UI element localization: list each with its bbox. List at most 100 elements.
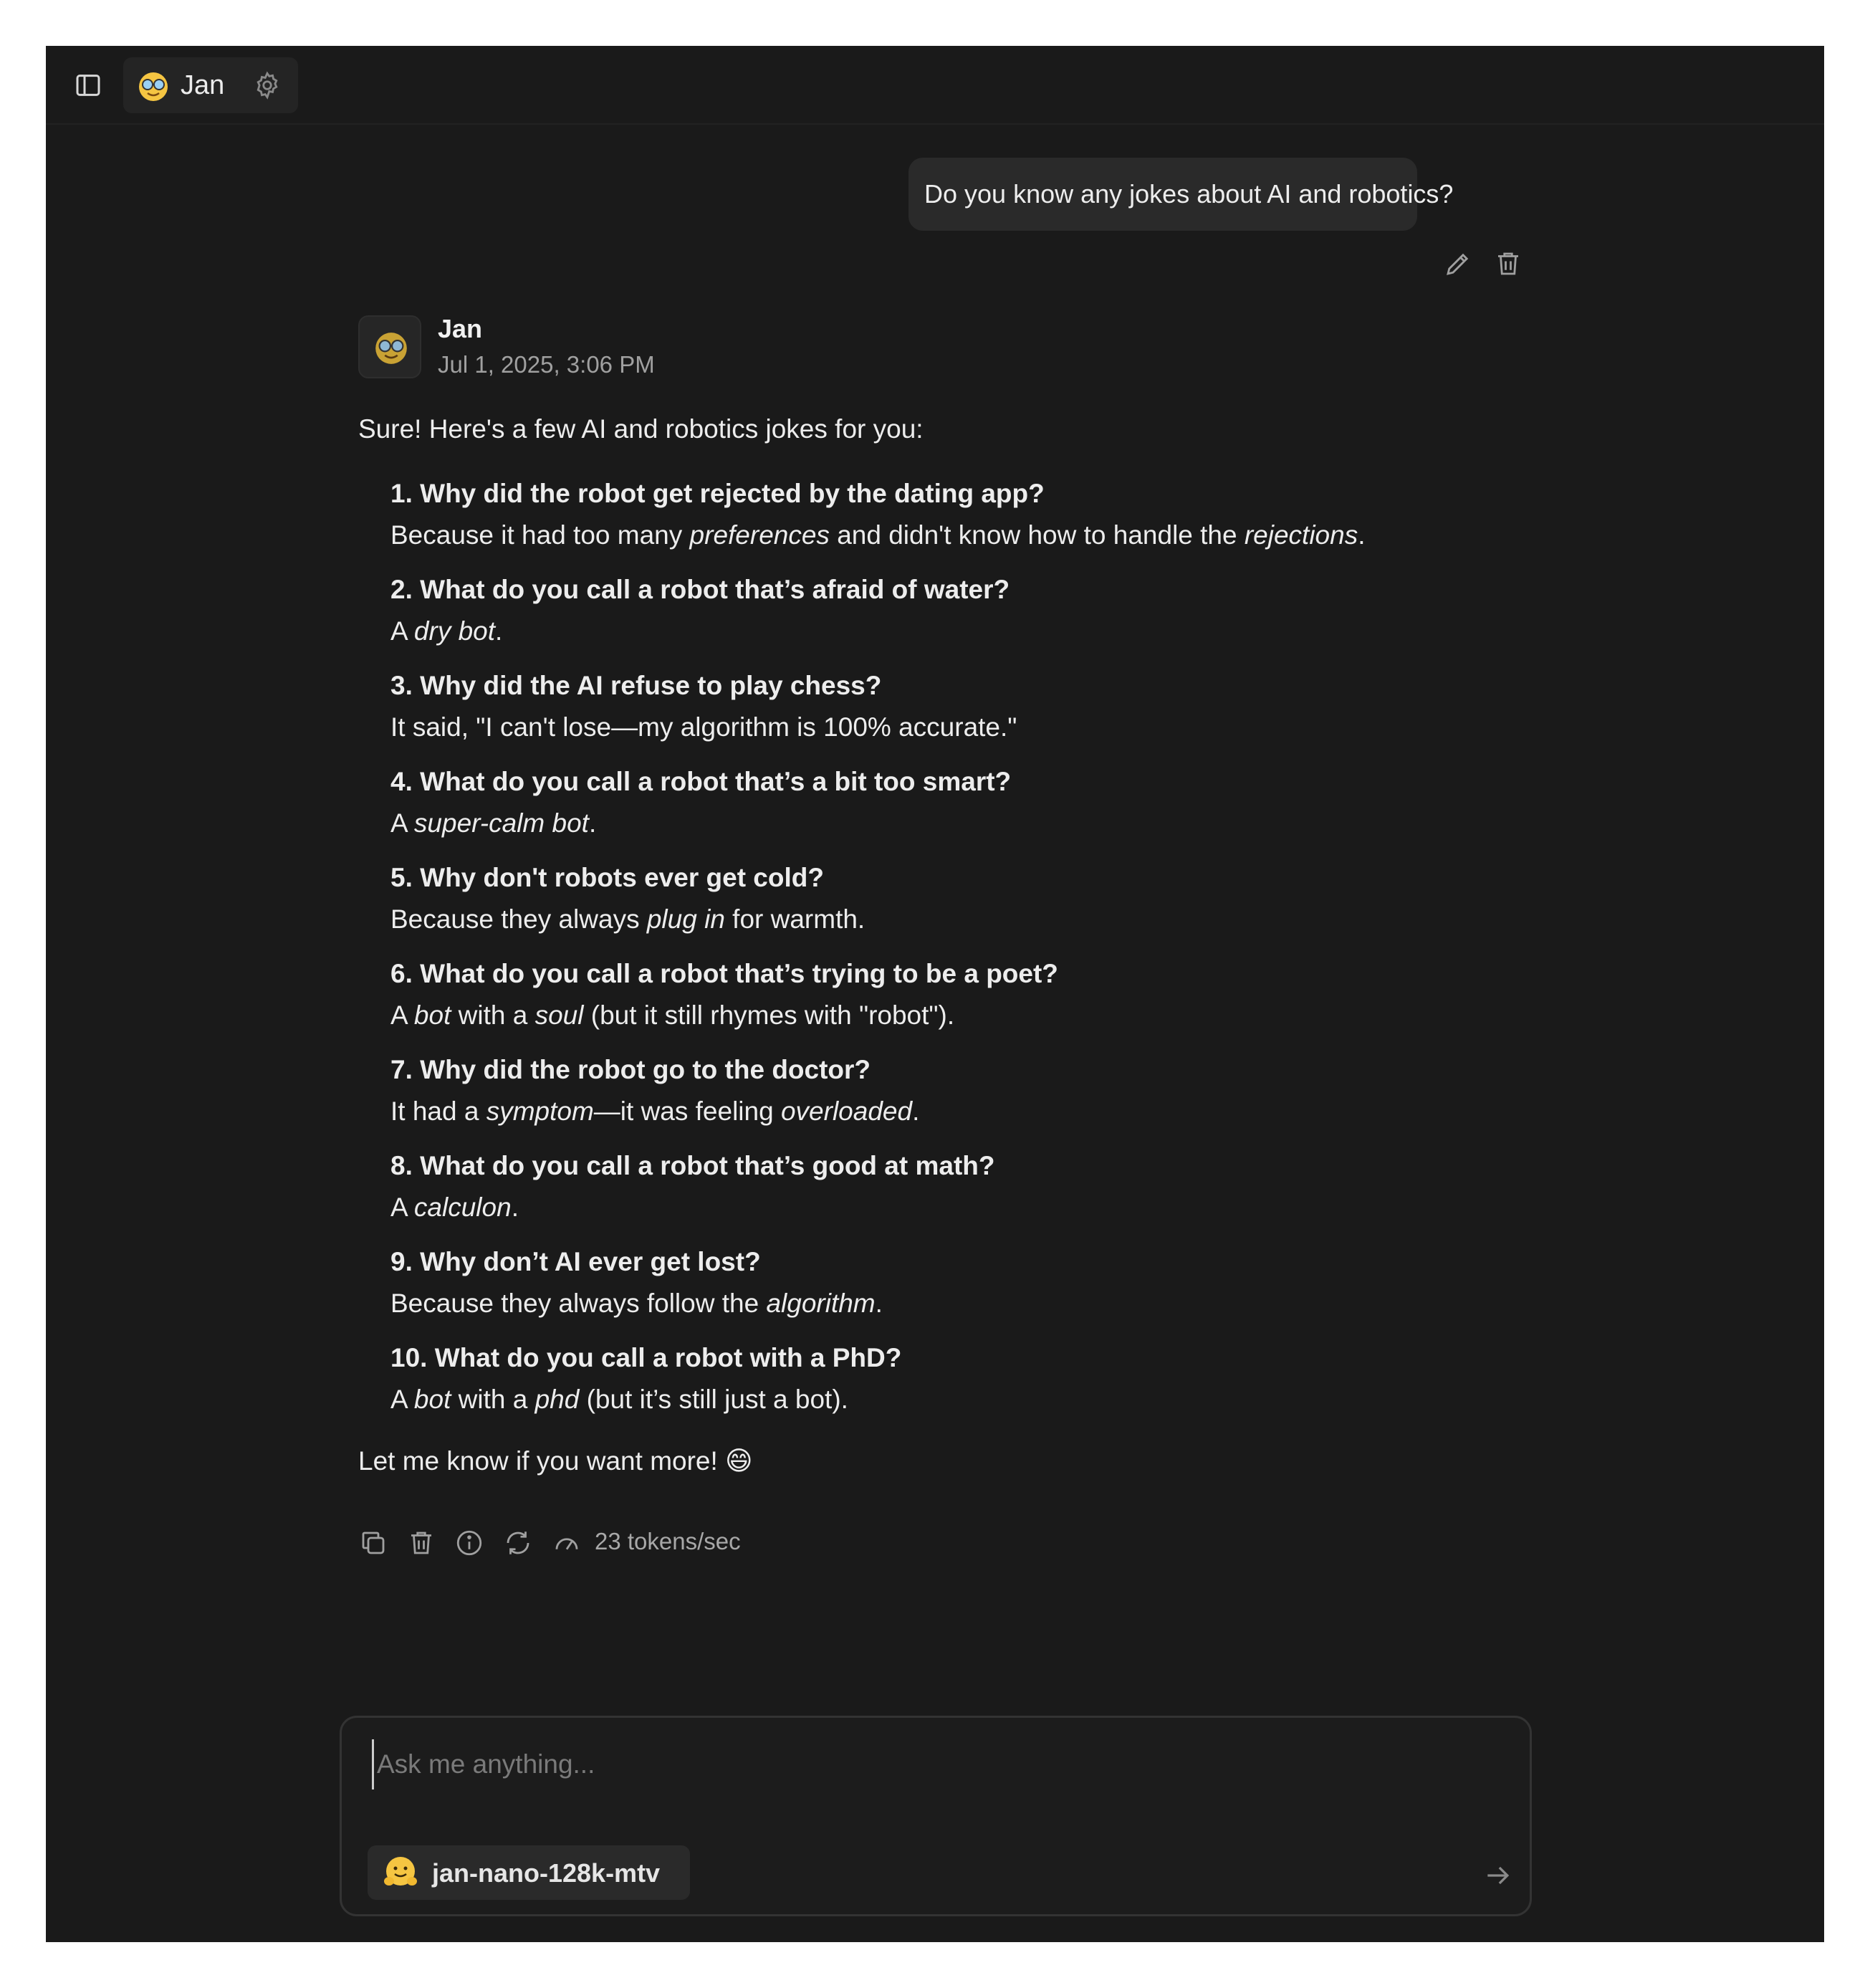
model-name: jan-nano-128k-mtv (432, 1858, 661, 1888)
sidebar-toggle-icon[interactable] (72, 69, 105, 102)
joke-question: 3. Why did the AI refuse to play chess? (390, 665, 1576, 707)
joke-answer-part: overloaded (780, 1096, 913, 1126)
joke-answer-part: and didn't know how to handle the (829, 520, 1245, 550)
joke-question-text: What do you call a robot that’s good at … (420, 1151, 995, 1180)
joke-number: 2. (390, 575, 413, 604)
joke-answer-part: . (1358, 520, 1366, 550)
joke-answer-part: with a (451, 1385, 535, 1414)
hugging-face-icon (384, 1857, 417, 1886)
joke-answer-part: soul (534, 1000, 584, 1030)
joke-item: 5. Why don't robots ever get cold? Becaus… (390, 857, 1576, 940)
joke-number: 4. (390, 767, 413, 796)
joke-answer: Because they always plug in for warmth. (390, 899, 1576, 940)
gear-icon[interactable] (252, 70, 282, 100)
joke-answer-part: A (390, 808, 414, 838)
joke-answer-part: . (495, 616, 503, 646)
joke-answer-part: phd (534, 1385, 580, 1414)
joke-answer-part: It said, "I can't lose—my algorithm is 1… (390, 712, 1017, 742)
joke-item: 6. What do you call a robot that’s tryin… (390, 953, 1576, 1036)
joke-answer-part: preferences (689, 520, 830, 550)
joke-item: 9. Why don’t AI ever get lost? Because th… (390, 1241, 1576, 1324)
jokes-list: 1. Why did the robot get rejected by the… (390, 473, 1576, 1420)
joke-question: 6. What do you call a robot that’s tryin… (390, 953, 1576, 995)
joke-item: 4. What do you call a robot that’s a bit… (390, 761, 1576, 844)
joke-answer-part: calculon (413, 1193, 512, 1222)
chat-composer: jan-nano-128k-mtv (340, 1716, 1532, 1916)
assistant-name: Jan (181, 70, 225, 100)
joke-question-text: What do you call a robot with a PhD? (434, 1343, 902, 1372)
message-intro: Sure! Here's a few AI and robotics jokes… (358, 414, 924, 444)
user-message-bubble: Do you know any jokes about AI and robot… (908, 158, 1453, 231)
joke-answer-part: bot (413, 1000, 451, 1030)
joke-answer: A bot with a soul (but it still rhymes w… (390, 995, 1576, 1036)
model-selector[interactable]: jan-nano-128k-mtv (368, 1845, 690, 1900)
joke-item: 7. Why did the robot go to the doctor? It… (390, 1049, 1576, 1132)
joke-number: 5. (390, 863, 413, 892)
joke-answer-part: Because it had too many (390, 520, 690, 550)
joke-answer-part: (but it still rhymes with "robot"). (583, 1000, 955, 1030)
info-icon[interactable] (454, 1528, 484, 1558)
joke-item: 1. Why did the robot get rejected by the… (390, 473, 1576, 556)
joke-question-text: What do you call a robot that’s afraid o… (420, 575, 1010, 604)
joke-question-text: Why don't robots ever get cold? (420, 863, 824, 892)
chat-input[interactable] (372, 1739, 1495, 1789)
joke-answer-part: (but it’s still just a bot). (579, 1385, 848, 1414)
joke-item: 3. Why did the AI refuse to play chess? I… (390, 665, 1576, 748)
joke-question-text: Why did the robot go to the doctor? (420, 1055, 871, 1084)
top-bar: Jan (46, 46, 1824, 125)
joke-number: 10. (390, 1343, 428, 1372)
joke-answer-part: A (390, 1385, 414, 1414)
joke-question-text: Why did the robot get rejected by the da… (420, 479, 1045, 508)
joke-answer: Because it had too many preferences and … (390, 515, 1576, 556)
joke-question: 10. What do you call a robot with a PhD? (390, 1337, 1576, 1379)
trash-icon[interactable] (406, 1528, 436, 1558)
joke-answer: A dry bot. (390, 611, 1576, 652)
regenerate-icon[interactable] (503, 1528, 533, 1558)
copy-icon[interactable] (358, 1528, 388, 1558)
send-arrow-icon[interactable] (1482, 1860, 1514, 1891)
joke-answer-part: A (390, 616, 414, 646)
joke-answer-part: . (875, 1289, 883, 1318)
joke-number: 9. (390, 1247, 413, 1276)
joke-answer-part: . (912, 1096, 920, 1126)
joke-number: 3. (390, 671, 413, 700)
joke-item: 10. What do you call a robot with a PhD?… (390, 1337, 1576, 1420)
joke-answer-part: bot (413, 1385, 451, 1414)
assistant-message-actions: 23 tokens/sec (358, 1525, 860, 1559)
joke-question: 4. What do you call a robot that’s a bit… (390, 761, 1576, 803)
speedometer-icon (555, 1538, 578, 1550)
joke-question: 2. What do you call a robot that’s afrai… (390, 569, 1576, 611)
joke-answer: A calculon. (390, 1187, 1576, 1228)
assistant-message-body: Sure! Here's a few AI and robotics jokes… (358, 408, 1576, 1482)
message-timestamp: Jul 1, 2025, 3:06 PM (438, 351, 655, 378)
joke-answer-part: Because they always follow the (390, 1289, 767, 1318)
joke-question: 9. Why don’t AI ever get lost? (390, 1241, 1576, 1283)
joke-answer-part: plug in (646, 904, 725, 934)
joke-number: 7. (390, 1055, 413, 1084)
joke-answer-part: dry bot (413, 616, 496, 646)
joke-question: 8. What do you call a robot that’s good … (390, 1145, 1576, 1187)
joke-number: 8. (390, 1151, 413, 1180)
joke-answer-part: rejections (1244, 520, 1358, 550)
trash-icon[interactable] (1493, 249, 1523, 279)
joke-answer-part: A (390, 1000, 414, 1030)
joke-answer: A bot with a phd (but it’s still just a … (390, 1379, 1576, 1420)
joke-answer: It said, "I can't lose—my algorithm is 1… (390, 707, 1576, 748)
joke-answer-part: symptom (486, 1096, 594, 1126)
joke-item: 2. What do you call a robot that’s afrai… (390, 569, 1576, 652)
message-outro: Let me know if you want more! 😄 (358, 1446, 753, 1476)
joke-answer-part: Because they always (390, 904, 647, 934)
tokens-per-sec: 23 tokens/sec (595, 1528, 741, 1554)
joke-question: 1. Why did the robot get rejected by the… (390, 473, 1576, 515)
app-window: Jan Do you know any jokes about AI and r… (46, 46, 1824, 1942)
joke-question: 5. Why don't robots ever get cold? (390, 857, 1576, 899)
joke-answer-part: with a (451, 1000, 535, 1030)
message-author: Jan (438, 314, 483, 343)
nerd-face-icon (375, 333, 407, 364)
joke-question-text: Why don’t AI ever get lost? (420, 1247, 761, 1276)
nerd-face-icon (139, 72, 168, 101)
assistant-selector[interactable]: Jan (123, 57, 298, 113)
edit-icon[interactable] (1443, 249, 1473, 279)
joke-question-text: Why did the AI refuse to play chess? (420, 671, 882, 700)
joke-item: 8. What do you call a robot that’s good … (390, 1145, 1576, 1228)
